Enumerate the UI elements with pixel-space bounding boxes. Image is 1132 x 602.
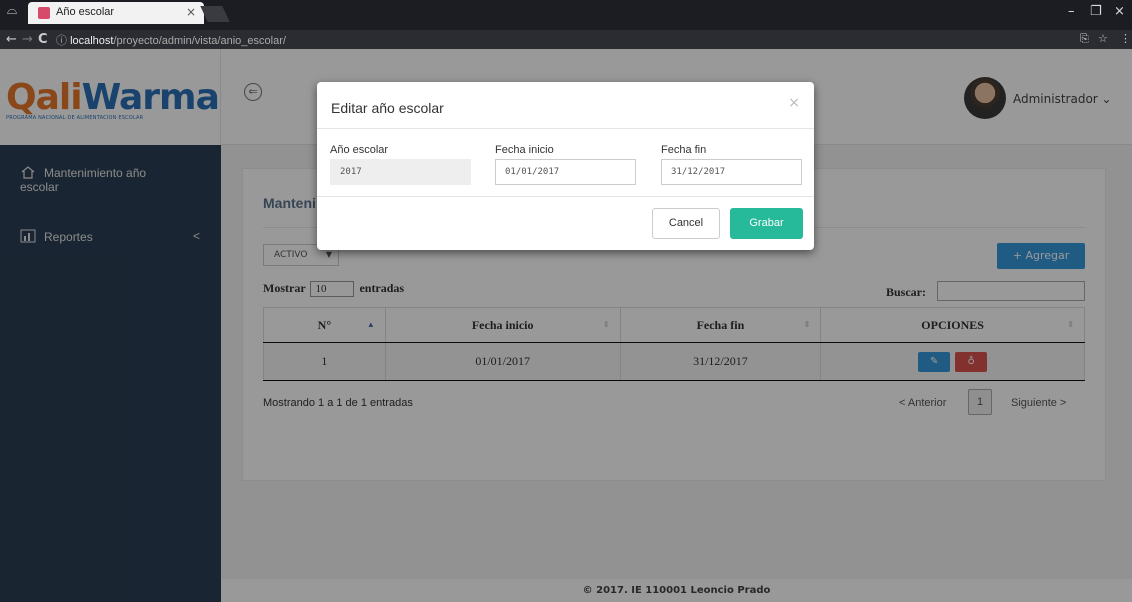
divider [317, 128, 814, 129]
back-arrow-icon[interactable]: ← [6, 31, 17, 48]
divider [317, 196, 814, 197]
fecha-fin-field[interactable]: 31/12/2017 [661, 159, 802, 185]
tab-favicon-icon [38, 7, 50, 19]
url-field[interactable]: ⓘ localhost/proyecto/admin/vista/anio_es… [56, 32, 286, 48]
menu-icon[interactable]: ⋮ [1120, 32, 1131, 45]
tab-title: Año escolar [56, 6, 115, 18]
url-host: localhost [70, 35, 114, 47]
dialog-title: Editar año escolar [331, 100, 444, 116]
reload-icon[interactable]: C [38, 31, 48, 48]
anio-escolar-field: 2017 [330, 159, 471, 185]
save-button[interactable]: Grabar [730, 208, 803, 239]
tab-close-icon[interactable]: × [186, 5, 196, 19]
cancel-button[interactable]: Cancel [652, 208, 720, 239]
translate-icon[interactable]: ⎘ [1080, 32, 1089, 46]
forward-arrow-icon[interactable]: → [22, 31, 33, 48]
edit-school-year-dialog: Editar año escolar × Año escolar 2017 Fe… [317, 82, 814, 250]
fecha-fin-label: Fecha fin [661, 144, 707, 156]
maximize-icon[interactable]: ❐ [1090, 4, 1102, 19]
anio-escolar-label: Año escolar [330, 144, 389, 156]
new-tab-button[interactable] [200, 6, 230, 22]
minimize-icon[interactable]: – [1068, 4, 1075, 19]
browser-tab[interactable]: Año escolar × [28, 2, 204, 24]
star-icon[interactable]: ☆ [1098, 32, 1108, 45]
fecha-inicio-label: Fecha inicio [495, 144, 554, 156]
browser-tab-bar: ⌓ Año escolar × – ❐ × [0, 0, 1132, 30]
incognito-icon: ⌓ [6, 3, 18, 18]
close-icon[interactable]: × [788, 95, 800, 111]
info-icon: ⓘ [56, 35, 67, 47]
address-bar: ← → C ⓘ localhost/proyecto/admin/vista/a… [0, 30, 1132, 49]
url-path: /proyecto/admin/vista/anio_escolar/ [113, 35, 286, 47]
window-close-icon[interactable]: × [1114, 4, 1125, 19]
fecha-inicio-field[interactable]: 01/01/2017 [495, 159, 636, 185]
